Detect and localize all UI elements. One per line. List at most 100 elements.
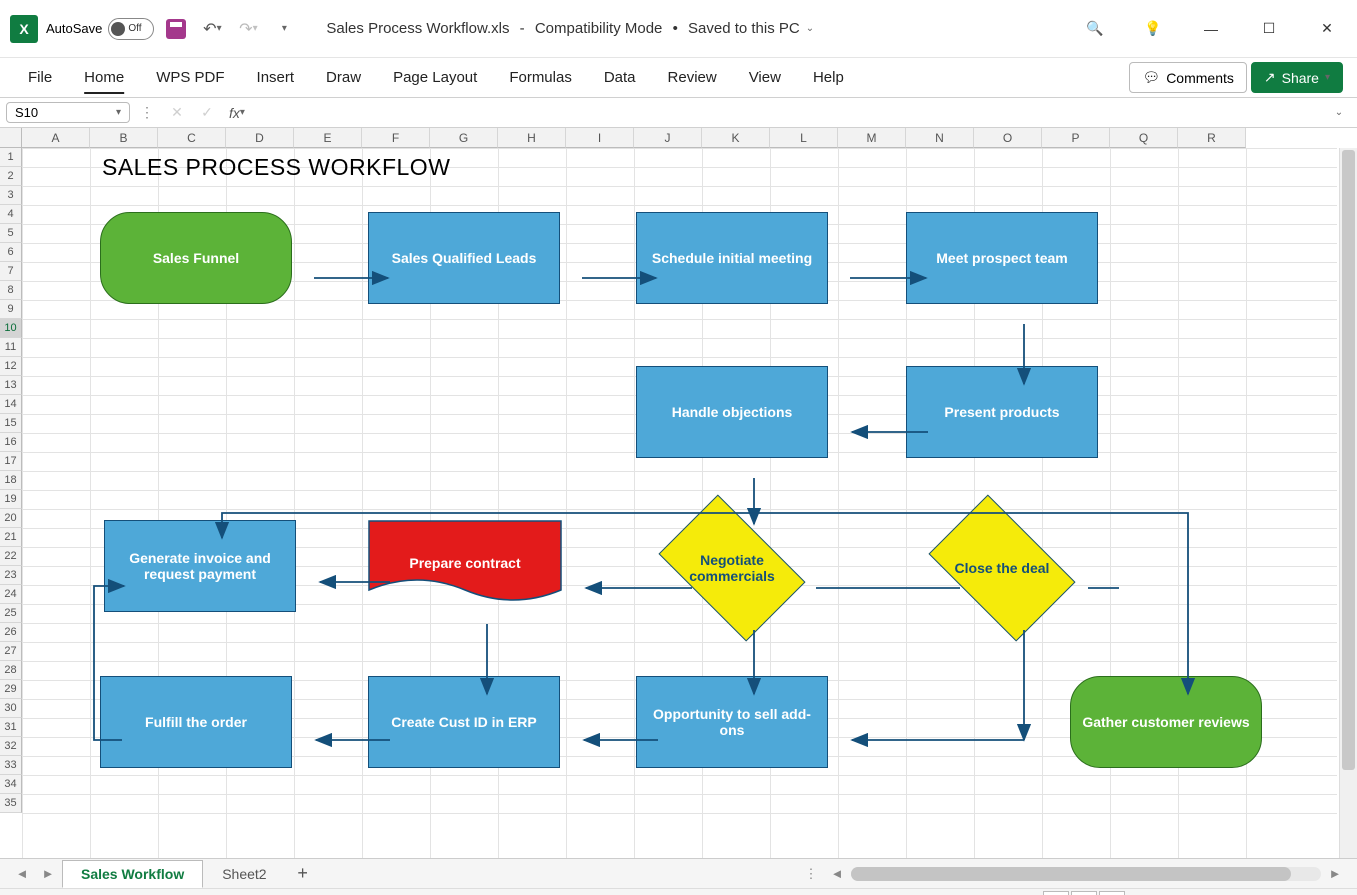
ribbon-tab-data[interactable]: Data [590, 61, 650, 94]
shape-negotiate-commercials[interactable]: Negotiate commercials [670, 526, 794, 610]
ribbon-tab-review[interactable]: Review [654, 61, 731, 94]
redo-button[interactable]: ↷▾ [234, 15, 262, 43]
comments-button[interactable]: 💬︎ Comments [1129, 62, 1246, 93]
shape-handle-objections[interactable]: Handle objections [636, 366, 828, 458]
row-header-23[interactable]: 23 [0, 566, 22, 585]
row-header-12[interactable]: 12 [0, 357, 22, 376]
hscroll-left[interactable]: ◄ [825, 862, 849, 886]
col-header-G[interactable]: G [430, 128, 498, 148]
ribbon-tab-wps-pdf[interactable]: WPS PDF [142, 61, 238, 94]
col-header-O[interactable]: O [974, 128, 1042, 148]
row-header-30[interactable]: 30 [0, 699, 22, 718]
row-header-9[interactable]: 9 [0, 300, 22, 319]
cells-canvas[interactable]: SALES PROCESS WORKFLOW Sales Funnel Sale… [22, 148, 1337, 858]
ribbon-tab-insert[interactable]: Insert [243, 61, 309, 94]
col-header-R[interactable]: R [1178, 128, 1246, 148]
qat-customize-button[interactable]: ▾ [270, 15, 298, 43]
search-button[interactable]: 🔍 [1075, 9, 1115, 49]
ribbon-tab-home[interactable]: Home [70, 61, 138, 94]
row-header-14[interactable]: 14 [0, 395, 22, 414]
ribbon-tab-draw[interactable]: Draw [312, 61, 375, 94]
shape-meet-prospect[interactable]: Meet prospect team [906, 212, 1098, 304]
row-header-5[interactable]: 5 [0, 224, 22, 243]
row-header-35[interactable]: 35 [0, 794, 22, 813]
ribbon-tab-help[interactable]: Help [799, 61, 858, 94]
sheet-nav-next[interactable]: ► [36, 862, 60, 886]
col-header-J[interactable]: J [634, 128, 702, 148]
scrollbar-thumb[interactable] [851, 867, 1291, 881]
column-headers[interactable]: ABCDEFGHIJKLMNOPQR [22, 128, 1246, 148]
col-header-C[interactable]: C [158, 128, 226, 148]
shape-sell-addons[interactable]: Opportunity to sell add-ons [636, 676, 828, 768]
formula-input[interactable] [254, 102, 1323, 123]
ribbon-tab-page-layout[interactable]: Page Layout [379, 61, 491, 94]
name-box[interactable]: S10 ▾ [6, 102, 130, 123]
shape-schedule-meeting[interactable]: Schedule initial meeting [636, 212, 828, 304]
shape-sales-qualified-leads[interactable]: Sales Qualified Leads [368, 212, 560, 304]
row-header-31[interactable]: 31 [0, 718, 22, 737]
row-header-26[interactable]: 26 [0, 623, 22, 642]
col-header-H[interactable]: H [498, 128, 566, 148]
col-header-I[interactable]: I [566, 128, 634, 148]
row-header-34[interactable]: 34 [0, 775, 22, 794]
normal-view-button[interactable]: ▦ [1043, 891, 1069, 895]
col-header-B[interactable]: B [90, 128, 158, 148]
ribbon-tab-view[interactable]: View [735, 61, 795, 94]
row-header-16[interactable]: 16 [0, 433, 22, 452]
row-header-29[interactable]: 29 [0, 680, 22, 699]
row-header-22[interactable]: 22 [0, 547, 22, 566]
row-header-21[interactable]: 21 [0, 528, 22, 547]
row-header-7[interactable]: 7 [0, 262, 22, 281]
row-header-20[interactable]: 20 [0, 509, 22, 528]
col-header-M[interactable]: M [838, 128, 906, 148]
row-header-18[interactable]: 18 [0, 471, 22, 490]
row-header-27[interactable]: 27 [0, 642, 22, 661]
share-button[interactable]: ↗ Share ▾ [1251, 62, 1343, 93]
add-sheet-button[interactable]: + [288, 863, 318, 884]
row-header-4[interactable]: 4 [0, 205, 22, 224]
fx-button[interactable]: fx▾ [224, 102, 250, 123]
spreadsheet-grid[interactable]: ABCDEFGHIJKLMNOPQR 123456789101112131415… [0, 128, 1357, 858]
document-title[interactable]: Sales Process Workflow.xls - Compatibili… [326, 20, 814, 37]
row-header-6[interactable]: 6 [0, 243, 22, 262]
row-header-10[interactable]: 10 [0, 319, 22, 338]
sheet-tab-sales-workflow[interactable]: Sales Workflow [62, 860, 203, 888]
shape-create-cust-id[interactable]: Create Cust ID in ERP [368, 676, 560, 768]
select-all-corner[interactable] [0, 128, 22, 148]
close-button[interactable]: ✕ [1307, 9, 1347, 49]
page-layout-button[interactable]: ▤ [1071, 891, 1097, 895]
row-header-15[interactable]: 15 [0, 414, 22, 433]
undo-button[interactable]: ↶▾ [198, 15, 226, 43]
sheet-nav-prev[interactable]: ◄ [10, 862, 34, 886]
sheet-tab-sheet2[interactable]: Sheet2 [203, 860, 285, 888]
enter-formula-button[interactable]: ✓ [194, 102, 220, 123]
shape-present-products[interactable]: Present products [906, 366, 1098, 458]
shape-generate-invoice[interactable]: Generate invoice and request payment [104, 520, 296, 612]
vertical-scrollbar[interactable] [1339, 148, 1357, 858]
row-headers[interactable]: 1234567891011121314151617181920212223242… [0, 148, 22, 813]
row-header-24[interactable]: 24 [0, 585, 22, 604]
save-button[interactable] [162, 15, 190, 43]
help-bulb-button[interactable]: 💡 [1133, 9, 1173, 49]
row-header-25[interactable]: 25 [0, 604, 22, 623]
col-header-E[interactable]: E [294, 128, 362, 148]
col-header-L[interactable]: L [770, 128, 838, 148]
row-header-13[interactable]: 13 [0, 376, 22, 395]
maximize-button[interactable]: ☐ [1249, 9, 1289, 49]
toggle-switch[interactable]: Off [108, 18, 154, 40]
row-header-2[interactable]: 2 [0, 167, 22, 186]
row-header-3[interactable]: 3 [0, 186, 22, 205]
page-break-button[interactable]: ⊞ [1099, 891, 1125, 895]
scrollbar-thumb[interactable] [1342, 150, 1355, 770]
col-header-K[interactable]: K [702, 128, 770, 148]
shape-prepare-contract[interactable]: Prepare contract [368, 520, 562, 606]
cancel-formula-button[interactable]: ✕ [164, 102, 190, 123]
row-header-19[interactable]: 19 [0, 490, 22, 509]
shape-close-deal[interactable]: Close the deal [940, 526, 1064, 610]
row-header-32[interactable]: 32 [0, 737, 22, 756]
formula-expand-button[interactable]: ⌄ [1327, 102, 1351, 123]
horizontal-scrollbar[interactable] [851, 867, 1321, 881]
col-header-N[interactable]: N [906, 128, 974, 148]
autosave-toggle[interactable]: AutoSave Off [46, 18, 154, 40]
namebox-more-button[interactable]: ⋮ [134, 102, 160, 123]
